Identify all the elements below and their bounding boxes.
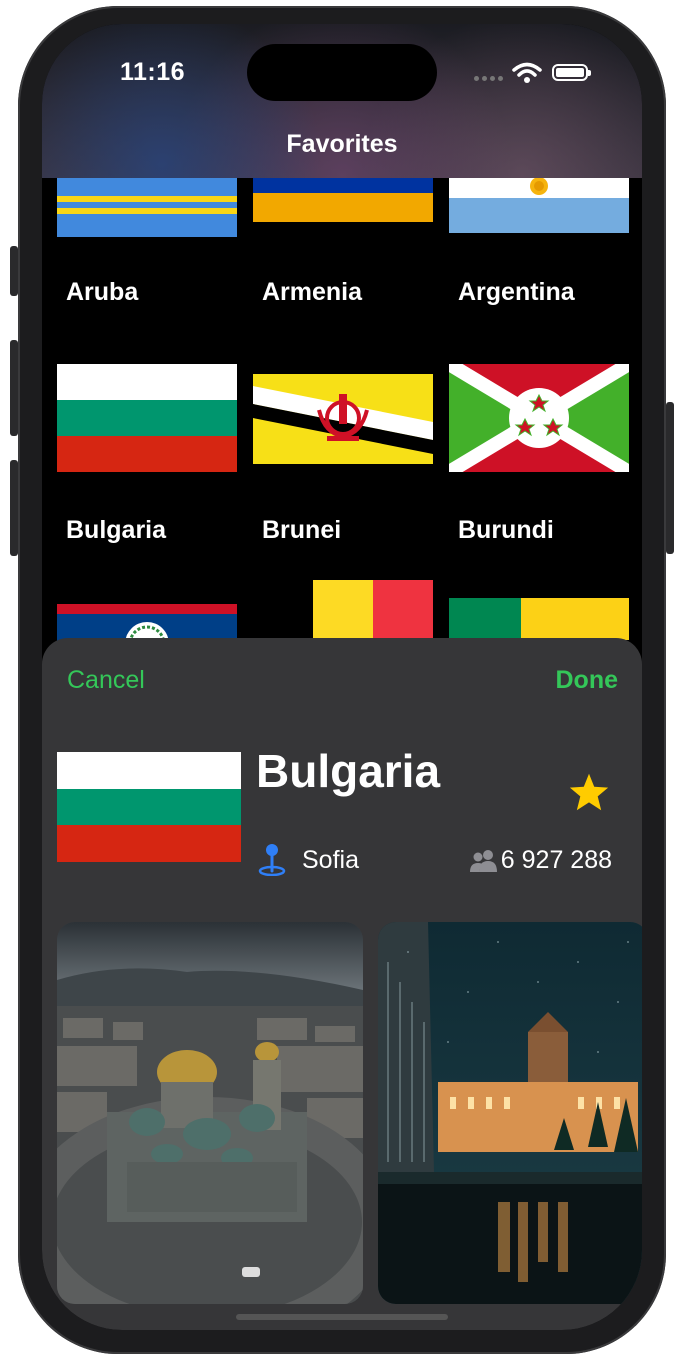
population-row: 6 927 288 (469, 846, 612, 875)
night-building-image (378, 922, 642, 1304)
grid-item-aruba[interactable] (57, 178, 237, 238)
people-icon (469, 849, 497, 872)
star-icon[interactable] (568, 772, 610, 812)
grid-label-aruba: Aruba (66, 278, 139, 306)
status-time: 11:16 (120, 58, 186, 86)
volume-up-button (10, 340, 18, 436)
wifi-icon (512, 62, 542, 83)
flag-burundi (449, 364, 629, 472)
flag-argentina (449, 178, 629, 233)
country-name: Bulgaria (256, 745, 441, 797)
silent-switch (10, 246, 18, 296)
signal-dots-icon (474, 76, 503, 81)
battery-icon (552, 64, 591, 81)
dynamic-island (247, 44, 437, 101)
flag-benin (449, 598, 629, 640)
flag-armenia (253, 178, 433, 222)
grid-label-burundi: Burundi (458, 516, 554, 544)
population-value: 6 927 288 (500, 846, 612, 874)
flag-belgium (253, 580, 433, 640)
grid-label-brunei: Brunei (262, 516, 342, 544)
country-detail-sheet: Cancel Done Bulgaria Sofia 6 927 288 (42, 638, 642, 1330)
volume-down-button (10, 460, 18, 556)
photo-night-building[interactable] (378, 922, 642, 1304)
home-indicator (236, 1314, 448, 1320)
grid-label-armenia: Armenia (262, 278, 363, 306)
done-button[interactable]: Done (556, 666, 619, 695)
power-button (666, 402, 674, 554)
cathedral-image (57, 922, 363, 1304)
photo-cathedral[interactable] (57, 922, 363, 1304)
cancel-button[interactable]: Cancel (67, 666, 145, 695)
country-flag (57, 752, 241, 862)
flag-bulgaria (57, 364, 237, 472)
grid-label-argentina: Argentina (458, 278, 575, 306)
navigation-header: 11:16 Favorites (42, 24, 642, 178)
page-title: Favorites (286, 130, 398, 158)
grid-item-burundi[interactable]: Burundi (449, 364, 629, 584)
screen: 11:16 Favorites Aruba Armenia Argentina … (42, 24, 642, 1330)
grid-label-bulgaria: Bulgaria (66, 516, 167, 544)
map-pin-icon (258, 844, 286, 876)
capital-label: Sofia (302, 846, 359, 874)
grid-item-bulgaria[interactable]: Bulgaria (57, 364, 237, 584)
flag-aruba (57, 178, 237, 237)
flag-brunei (253, 374, 433, 464)
grid-item-brunei[interactable]: Brunei (253, 364, 433, 584)
